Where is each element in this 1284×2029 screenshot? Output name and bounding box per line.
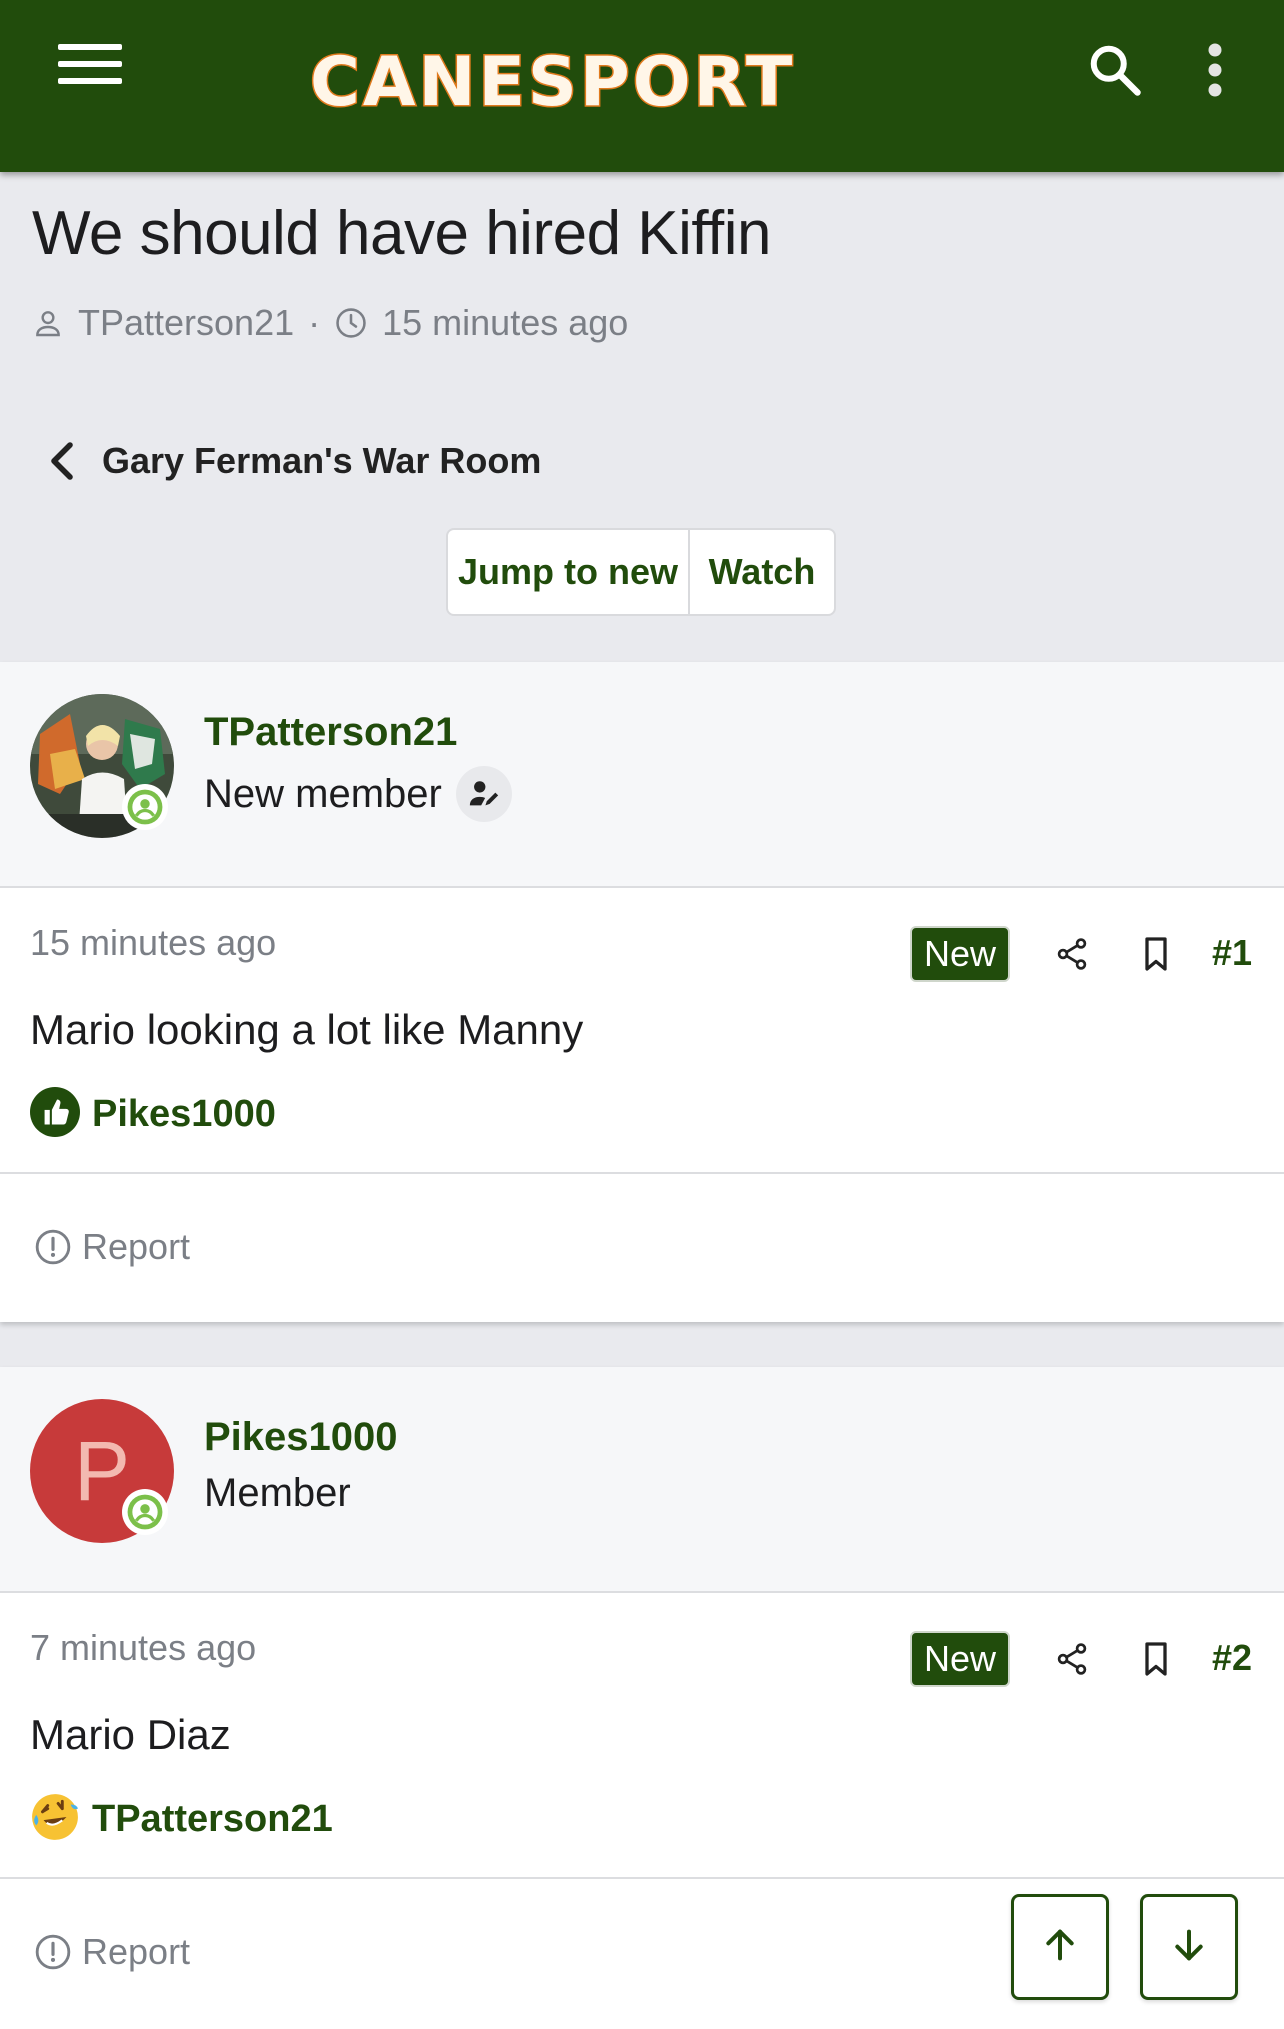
post-footer: Report bbox=[0, 1174, 1284, 1316]
user-title: Member bbox=[204, 1471, 351, 1516]
site-logo[interactable]: CANESPORT bbox=[308, 22, 795, 142]
online-status-icon bbox=[122, 784, 168, 830]
laughing-emoji-icon bbox=[30, 1792, 80, 1847]
thread-author-link[interactable]: TPatterson21 bbox=[78, 302, 294, 344]
share-icon[interactable] bbox=[1042, 1629, 1102, 1689]
post-user-block: TPatterson21 New member bbox=[0, 662, 1284, 888]
scroll-to-bottom-button[interactable] bbox=[1140, 1894, 1238, 2000]
thread-time-link[interactable]: 15 minutes ago bbox=[382, 302, 628, 344]
user-edit-badge-icon bbox=[455, 766, 512, 822]
arrow-down-icon bbox=[1169, 1925, 1209, 1970]
reaction-user[interactable]: Pikes1000 bbox=[92, 1093, 276, 1136]
post-text: Mario Diaz bbox=[30, 1711, 231, 1758]
breadcrumb[interactable]: Gary Ferman's War Room bbox=[48, 436, 541, 486]
chevron-left-icon bbox=[48, 441, 76, 481]
new-badge: New bbox=[910, 1631, 1010, 1687]
post-1: TPatterson21 New member 15 minutes ago N… bbox=[0, 662, 1284, 1322]
user-title-text: Member bbox=[204, 1471, 351, 1515]
reaction: Pikes1000 bbox=[30, 1086, 276, 1142]
post-body: 7 minutes ago New #2 Mario Diaz TPatters… bbox=[0, 1593, 1284, 1879]
report-label: Report bbox=[82, 1226, 191, 1267]
post-time[interactable]: 15 minutes ago bbox=[30, 922, 276, 964]
reaction-user[interactable]: TPatterson21 bbox=[92, 1798, 333, 1841]
post-number[interactable]: #2 bbox=[1212, 1637, 1252, 1679]
reaction: TPatterson21 bbox=[30, 1793, 333, 1845]
user-icon bbox=[32, 307, 64, 339]
report-link[interactable]: Report bbox=[34, 1222, 190, 1272]
arrow-up-icon bbox=[1040, 1925, 1080, 1970]
thumbs-up-icon bbox=[30, 1086, 80, 1142]
alert-circle-icon bbox=[34, 1933, 72, 1971]
post-text: Mario looking a lot like Manny bbox=[30, 1006, 584, 1053]
post-username[interactable]: TPatterson21 bbox=[204, 710, 457, 755]
user-title-text: New member bbox=[204, 771, 442, 816]
scroll-to-top-button[interactable] bbox=[1011, 1894, 1109, 2000]
search-icon[interactable] bbox=[1075, 30, 1155, 110]
thread-meta: TPatterson21 · 15 minutes ago bbox=[32, 298, 628, 348]
post-body: 15 minutes ago New #1 Mario looking a lo… bbox=[0, 888, 1284, 1174]
post-time[interactable]: 7 minutes ago bbox=[30, 1627, 256, 1669]
post-user-block: P Pikes1000 Member bbox=[0, 1367, 1284, 1593]
share-icon[interactable] bbox=[1042, 924, 1102, 984]
watch-button[interactable]: Watch bbox=[690, 530, 834, 614]
meta-separator: · bbox=[308, 302, 321, 343]
site-header: CANESPORT bbox=[0, 0, 1284, 172]
vertical-ellipsis-icon[interactable] bbox=[1175, 30, 1255, 110]
clock-icon bbox=[334, 306, 368, 340]
post-number[interactable]: #1 bbox=[1212, 932, 1252, 974]
thread-actions: Jump to new Watch bbox=[446, 528, 836, 616]
bookmark-icon[interactable] bbox=[1126, 1629, 1186, 1689]
alert-circle-icon bbox=[34, 1228, 72, 1266]
post-username[interactable]: Pikes1000 bbox=[204, 1415, 398, 1460]
report-link[interactable]: Report bbox=[34, 1927, 190, 1977]
hamburger-menu-icon[interactable] bbox=[58, 44, 122, 92]
user-title: New member bbox=[204, 766, 512, 822]
avatar-letter: P bbox=[73, 1423, 131, 1518]
thread-title: We should have hired Kiffin bbox=[32, 199, 772, 268]
breadcrumb-label: Gary Ferman's War Room bbox=[102, 440, 542, 481]
report-label: Report bbox=[82, 1931, 191, 1972]
online-status-icon bbox=[122, 1489, 168, 1535]
new-badge: New bbox=[910, 926, 1010, 982]
jump-to-new-button[interactable]: Jump to new bbox=[448, 530, 690, 614]
bookmark-icon[interactable] bbox=[1126, 924, 1186, 984]
